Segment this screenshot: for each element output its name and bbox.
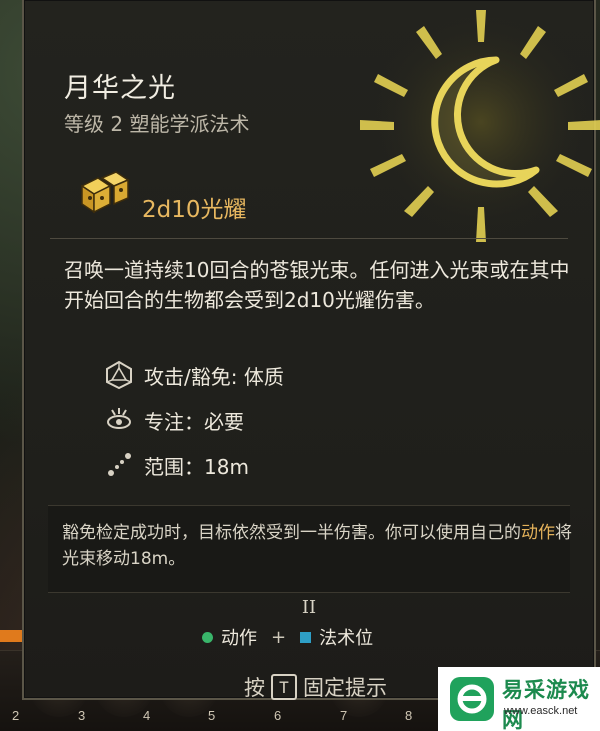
- keyboard-key-icon[interactable]: T: [271, 674, 297, 700]
- pin-hint-suffix: 固定提示: [303, 676, 387, 700]
- range-text: 范围：18m: [144, 454, 249, 479]
- spell-slot-label: 法术位: [319, 628, 374, 649]
- hotbar-number: 6: [274, 708, 282, 723]
- damage-dice: 2d10光耀: [142, 197, 247, 223]
- hotbar-number: 3: [78, 708, 86, 723]
- spell-description: 召唤一道持续10回合的苍银光束。任何进入光束或在其中开始回合的生物都会受到2d1…: [64, 258, 570, 312]
- action-cost-label: 动作: [221, 628, 257, 649]
- spell-costs: 动作 + 法术位: [202, 624, 373, 650]
- range-icon: [108, 453, 131, 476]
- spell-note: 豁免检定成功时，目标依然受到一半伤害。你可以使用自己的动作将光束移动18m。: [62, 520, 582, 572]
- concentration-icon: [107, 408, 131, 429]
- hotbar-number: 7: [340, 708, 348, 723]
- concentration-row: 专注：必要: [104, 405, 244, 435]
- hotbar-number: 4: [143, 708, 151, 723]
- range-row: 范围：18m: [104, 450, 249, 480]
- health-bar-fragment: [0, 630, 22, 642]
- hotbar-number: 2: [12, 708, 20, 723]
- action-icon: [202, 631, 213, 643]
- hotbar-number: 8: [405, 708, 413, 723]
- page-indicator[interactable]: II: [24, 597, 594, 618]
- watermark-url: www.easck.net: [504, 705, 578, 717]
- plus-sign: +: [271, 626, 287, 648]
- action-keyword: 动作: [521, 523, 555, 543]
- dice-icon: [80, 171, 130, 214]
- spell-title: 月华之光: [64, 73, 176, 104]
- hotbar-number: 5: [208, 708, 216, 723]
- saving-throw-row: 攻击/豁免: 体质: [104, 360, 284, 390]
- concentration-text: 专注：必要: [144, 409, 244, 434]
- spell-tooltip: 月华之光 等级 2 塑能学派法术 2d10光耀 召唤一道持续10回合的苍银光束。…: [22, 0, 600, 702]
- watermark-name: 易采游戏网: [502, 677, 590, 731]
- d20-icon: [106, 360, 132, 390]
- pin-hint-prefix: 按: [244, 676, 265, 700]
- note-text: 豁免检定成功时，目标依然受到一半伤害。你可以使用自己的: [62, 523, 521, 543]
- site-watermark: 易采游戏网 www.easck.net: [438, 667, 600, 731]
- saving-throw-text: 攻击/豁免: 体质: [144, 364, 284, 389]
- moonbeam-spell-icon: [360, 7, 600, 242]
- watermark-logo-icon: [450, 677, 494, 721]
- spell-slot-icon: [300, 631, 312, 643]
- divider: [50, 238, 568, 239]
- spell-level-school: 等级 2 塑能学派法术: [64, 112, 250, 136]
- pin-tooltip-hint: 按 T 固定提示: [244, 672, 387, 702]
